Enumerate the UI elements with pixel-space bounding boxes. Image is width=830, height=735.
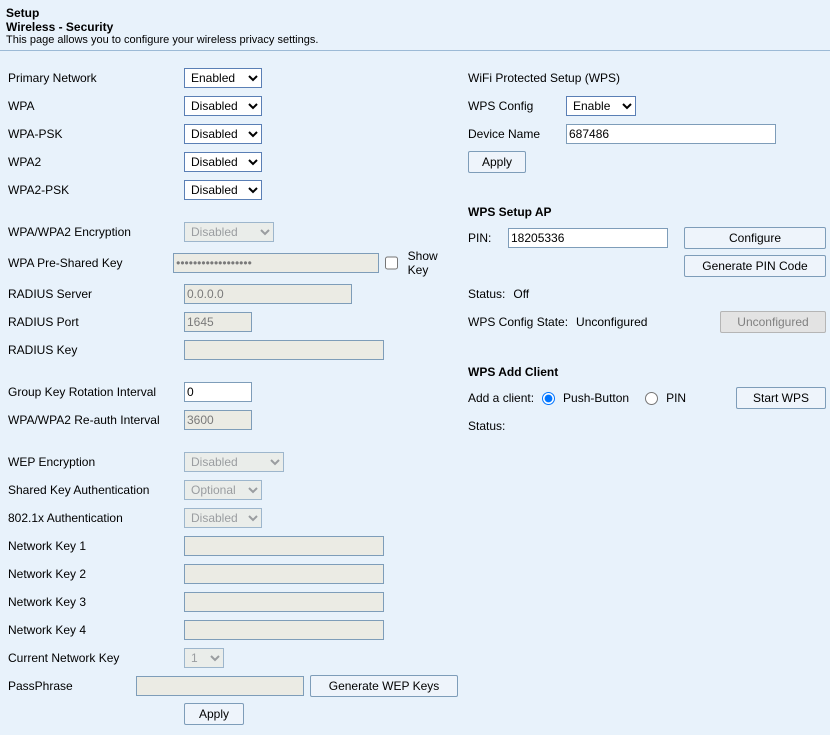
generate-wep-keys-button[interactable]: Generate WEP Keys [310, 675, 458, 697]
radius-key-label: RADIUS Key [8, 343, 184, 357]
passphrase-label: PassPhrase [8, 679, 136, 693]
network-key-4-label: Network Key 4 [8, 623, 184, 637]
network-key-4-field [184, 620, 384, 640]
radius-port-label: RADIUS Port [8, 315, 184, 329]
show-key-checkbox[interactable] [385, 256, 398, 270]
reauth-interval-label: WPA/WPA2 Re-auth Interval [8, 413, 184, 427]
wpa-psk-label: WPA-PSK [8, 127, 184, 141]
pin-radio[interactable] [645, 392, 658, 405]
device-name-label: Device Name [468, 127, 558, 141]
reauth-interval-field [184, 410, 252, 430]
network-key-3-field [184, 592, 384, 612]
generate-pin-button[interactable]: Generate PIN Code [684, 255, 826, 277]
page-title: Setup [6, 6, 824, 20]
unconfigured-button: Unconfigured [720, 311, 826, 333]
network-key-3-label: Network Key 3 [8, 595, 184, 609]
wps-apply-button[interactable]: Apply [468, 151, 526, 173]
network-key-1-field [184, 536, 384, 556]
push-button-radio[interactable] [542, 392, 555, 405]
apply-button[interactable]: Apply [184, 703, 244, 725]
wpa-encryption-label: WPA/WPA2 Encryption [8, 225, 184, 239]
shared-key-auth-label: Shared Key Authentication [8, 483, 184, 497]
start-wps-button[interactable]: Start WPS [736, 387, 826, 409]
wpa-psk-select[interactable]: Disabled [184, 124, 262, 144]
add-client-label: Add a client: [468, 391, 534, 405]
radius-server-field [184, 284, 352, 304]
wps-config-label: WPS Config [468, 99, 558, 113]
current-network-key-label: Current Network Key [8, 651, 184, 665]
radius-key-field [184, 340, 384, 360]
wps-setup-ap-title: WPS Setup AP [468, 205, 826, 219]
current-network-key-select: 1 [184, 648, 224, 668]
primary-network-select[interactable]: Enabled [184, 68, 262, 88]
wpa-select[interactable]: Disabled [184, 96, 262, 116]
wep-encryption-select: Disabled [184, 452, 284, 472]
passphrase-field [136, 676, 304, 696]
wpa-encryption-select: Disabled [184, 222, 274, 242]
wps-status-value: Off [513, 287, 529, 301]
radius-port-field [184, 312, 252, 332]
wps-add-client-title: WPS Add Client [468, 365, 826, 379]
dot1x-auth-label: 802.1x Authentication [8, 511, 184, 525]
wpa2-psk-select[interactable]: Disabled [184, 180, 262, 200]
shared-key-auth-select: Optional [184, 480, 262, 500]
wep-encryption-label: WEP Encryption [8, 455, 184, 469]
configure-button[interactable]: Configure [684, 227, 826, 249]
wpa-label: WPA [8, 99, 184, 113]
wpa-preshared-key-field [173, 253, 378, 273]
wps-config-select[interactable]: Enable [566, 96, 636, 116]
network-key-1-label: Network Key 1 [8, 539, 184, 553]
wps-config-state-label: WPS Config State: [468, 315, 568, 329]
network-key-2-label: Network Key 2 [8, 567, 184, 581]
page-description: This page allows you to configure your w… [6, 34, 824, 46]
wps-title: WiFi Protected Setup (WPS) [468, 71, 620, 85]
group-key-rotation-field[interactable] [184, 382, 252, 402]
dot1x-auth-select: Disabled [184, 508, 262, 528]
radius-server-label: RADIUS Server [8, 287, 184, 301]
wpa2-select[interactable]: Disabled [184, 152, 262, 172]
push-button-radio-label: Push-Button [563, 391, 629, 405]
page-header: Setup Wireless - Security This page allo… [0, 0, 830, 51]
network-key-2-field [184, 564, 384, 584]
add-client-status-label: Status: [468, 419, 505, 433]
group-key-rotation-label: Group Key Rotation Interval [8, 385, 184, 399]
pin-field[interactable] [508, 228, 668, 248]
wpa2-label: WPA2 [8, 155, 184, 169]
wpa-preshared-key-label: WPA Pre-Shared Key [8, 256, 173, 270]
wps-status-label: Status: [468, 287, 505, 301]
pin-radio-label: PIN [666, 391, 686, 405]
pin-label: PIN: [468, 231, 500, 245]
primary-network-label: Primary Network [8, 71, 184, 85]
show-key-label: Show Key [408, 249, 458, 277]
wps-config-state-value: Unconfigured [576, 315, 647, 329]
page-subtitle: Wireless - Security [6, 20, 824, 34]
wpa2-psk-label: WPA2-PSK [8, 183, 184, 197]
device-name-field[interactable] [566, 124, 776, 144]
